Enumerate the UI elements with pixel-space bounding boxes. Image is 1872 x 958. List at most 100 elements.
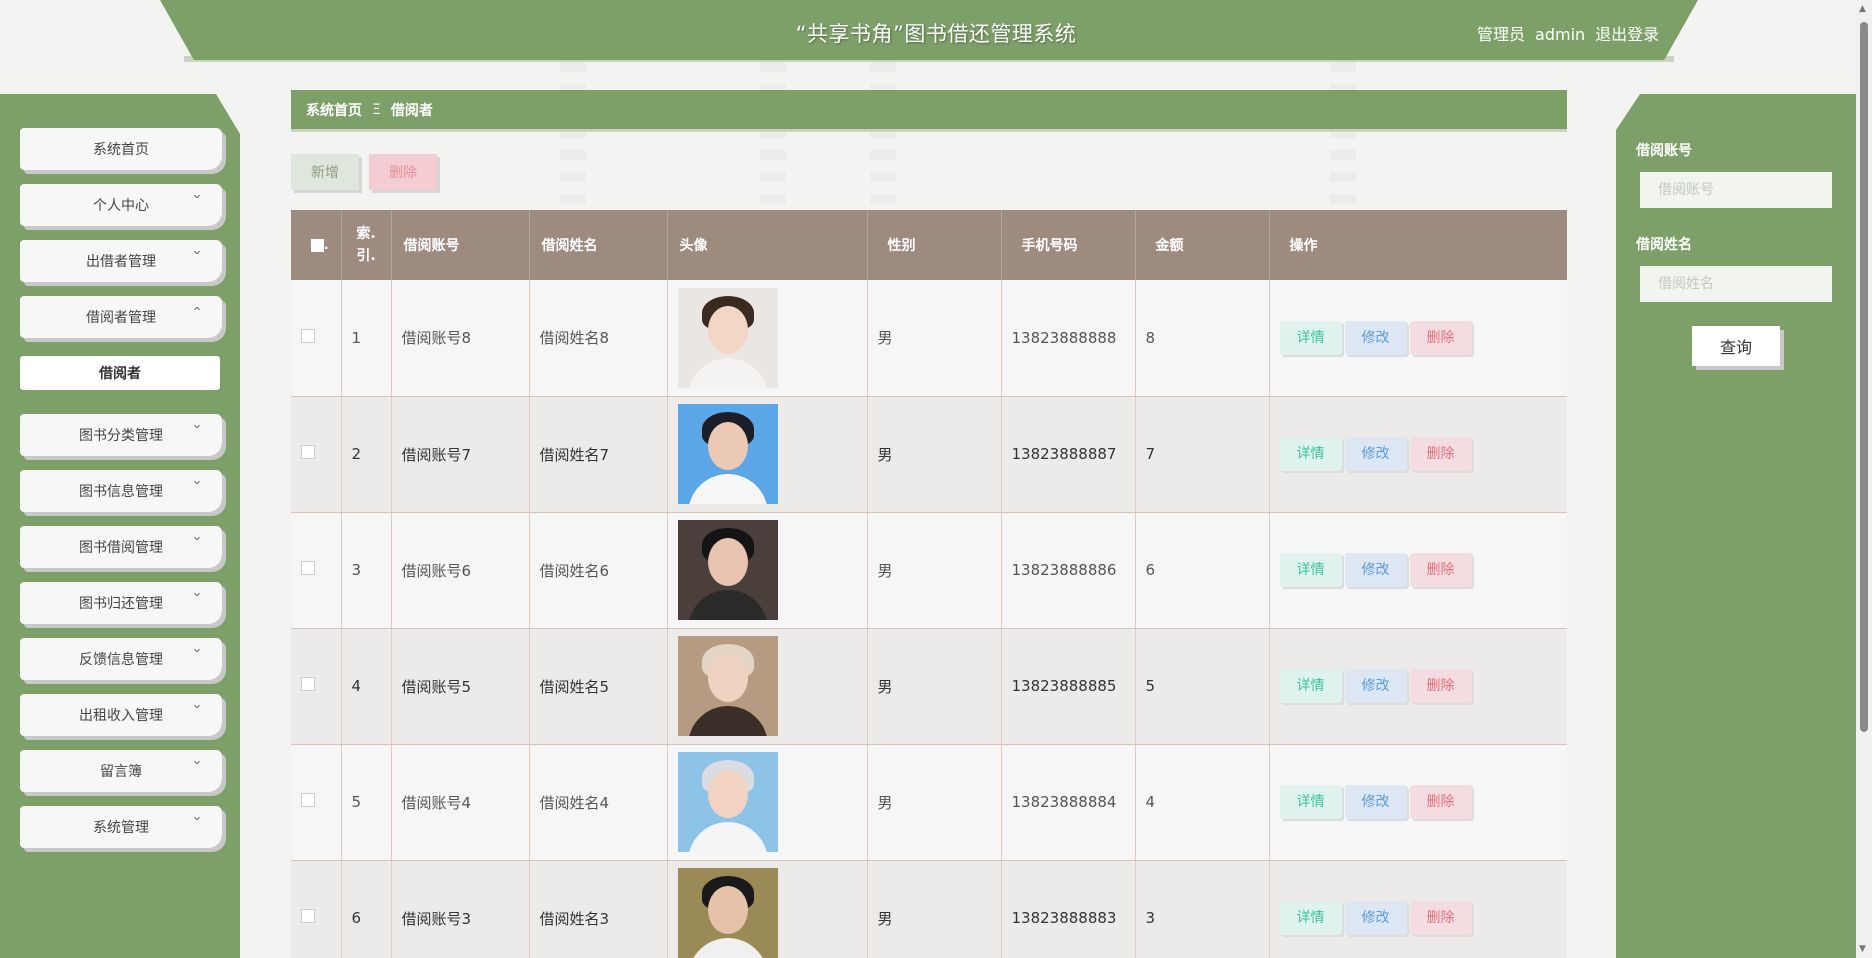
gender-cell: 男 xyxy=(867,628,1002,745)
sidebar-item-book-return[interactable]: 图书归还管理 ˅ xyxy=(20,582,222,624)
sidebar-item-system-management[interactable]: 系统管理 ˅ xyxy=(20,806,222,848)
batch-delete-button[interactable]: 删除 xyxy=(369,154,437,190)
sidebar-item-label: 图书归还管理 xyxy=(79,596,163,612)
borrower-table: . 索. 引. 借阅账号 借阅姓名 头像 性别 手机号码 金额 操作 1 借阅账号… xyxy=(291,210,1567,958)
detail-button[interactable]: 详情 xyxy=(1279,669,1342,703)
column-header: 借阅账号 xyxy=(391,210,530,280)
amount-cell: 7 xyxy=(1135,396,1270,513)
row-select-cell xyxy=(291,280,342,397)
actions-cell: 详情 修改 删除 xyxy=(1269,280,1567,397)
amount-cell: 5 xyxy=(1135,628,1270,745)
detail-button[interactable]: 详情 xyxy=(1279,320,1342,355)
row-select-cell xyxy=(291,396,342,513)
table-row: 3 借阅账号6 借阅姓名6 男 13823888886 6 详情 修改 删除 xyxy=(291,512,1567,629)
amount-cell: 8 xyxy=(1135,280,1270,397)
sidebar-item-rental-income[interactable]: 出租收入管理 ˅ xyxy=(20,694,222,736)
page-scrollbar[interactable]: ▲ ▼ xyxy=(1856,0,1872,958)
row-checkbox[interactable] xyxy=(301,793,315,807)
avatar xyxy=(677,404,778,504)
row-checkbox[interactable] xyxy=(301,561,315,575)
avatar-cell xyxy=(667,396,868,513)
detail-button[interactable]: 详情 xyxy=(1279,437,1342,471)
sidebar-item-label: 留言簿 xyxy=(100,764,142,780)
detail-button[interactable]: 详情 xyxy=(1279,901,1342,935)
actions-cell: 详情 修改 删除 xyxy=(1269,860,1567,958)
chevron-up-icon: ˄ xyxy=(192,306,202,320)
scrollbar-thumb[interactable] xyxy=(1860,22,1868,732)
breadcrumb-separator: Ξ xyxy=(372,101,381,118)
sidebar-item-book-info[interactable]: 图书信息管理 ˅ xyxy=(20,470,222,512)
edit-button[interactable]: 修改 xyxy=(1344,669,1407,703)
username: admin xyxy=(1535,25,1586,44)
delete-button[interactable]: 删除 xyxy=(1409,901,1472,935)
delete-button[interactable]: 删除 xyxy=(1409,669,1472,703)
scroll-down-icon[interactable]: ▼ xyxy=(1859,944,1866,954)
column-header: 索. 引. xyxy=(341,210,392,280)
delete-button[interactable]: 删除 xyxy=(1409,553,1472,587)
select-all-header[interactable]: . xyxy=(291,210,342,280)
sidebar-item-label: 出借者管理 xyxy=(86,254,156,270)
delete-button[interactable]: 删除 xyxy=(1409,785,1472,819)
name-cell: 借阅姓名5 xyxy=(529,628,668,745)
edit-button[interactable]: 修改 xyxy=(1344,320,1407,355)
sidebar-subitem-borrower[interactable]: 借阅者 xyxy=(20,356,220,390)
breadcrumb-home[interactable]: 系统首页 xyxy=(306,100,362,120)
actions-cell: 详情 修改 删除 xyxy=(1269,396,1567,513)
row-checkbox[interactable] xyxy=(301,328,315,343)
user-info: 管理员 admin 退出登录 xyxy=(1477,21,1669,45)
amount-cell: 3 xyxy=(1135,860,1270,958)
name-cell: 借阅姓名4 xyxy=(529,744,668,861)
chevron-down-icon: ˅ xyxy=(192,250,202,264)
edit-button[interactable]: 修改 xyxy=(1344,553,1407,587)
edit-button[interactable]: 修改 xyxy=(1344,901,1407,935)
chevron-down-icon: ˅ xyxy=(192,760,202,774)
sidebar-subitem-label: 借阅者 xyxy=(99,366,141,382)
edit-button[interactable]: 修改 xyxy=(1344,785,1407,819)
logout-link[interactable]: 退出登录 xyxy=(1595,25,1659,44)
row-checkbox[interactable] xyxy=(301,445,315,459)
detail-button[interactable]: 详情 xyxy=(1279,553,1342,587)
name-cell: 借阅姓名6 xyxy=(529,512,668,629)
row-checkbox[interactable] xyxy=(301,677,315,691)
gender-cell: 男 xyxy=(867,744,1002,861)
index-cell: 2 xyxy=(341,396,392,513)
amount-cell: 6 xyxy=(1135,512,1270,629)
chevron-down-icon: ˅ xyxy=(192,424,202,438)
account-cell: 借阅账号7 xyxy=(391,396,530,513)
sidebar-item-book-borrow[interactable]: 图书借阅管理 ˅ xyxy=(20,526,222,568)
detail-button[interactable]: 详情 xyxy=(1279,785,1342,819)
edit-button[interactable]: 修改 xyxy=(1344,437,1407,471)
index-cell: 1 xyxy=(341,280,392,397)
actions-cell: 详情 修改 删除 xyxy=(1269,744,1567,861)
account-search-input[interactable] xyxy=(1640,172,1832,208)
sidebar-item-borrower-management[interactable]: 借阅者管理 ˄ xyxy=(20,296,222,338)
delete-button[interactable]: 删除 xyxy=(1409,320,1472,355)
select-all-checkbox[interactable] xyxy=(311,238,324,252)
index-cell: 3 xyxy=(341,512,392,629)
add-button[interactable]: 新增 xyxy=(291,154,359,190)
sidebar-item-lender-management[interactable]: 出借者管理 ˅ xyxy=(20,240,222,282)
sidebar-item-feedback[interactable]: 反馈信息管理 ˅ xyxy=(20,638,222,680)
sidebar-item-guestbook[interactable]: 留言簿 ˅ xyxy=(20,750,222,792)
sidebar: 系统首页 个人中心 ˅ 出借者管理 ˅ 借阅者管理 ˄ 借阅者 图书分类管理 ˅ 图书信… xyxy=(0,94,240,958)
delete-button[interactable]: 删除 xyxy=(1409,437,1472,471)
sidebar-item-personal-center[interactable]: 个人中心 ˅ xyxy=(20,184,222,226)
chevron-down-icon: ˅ xyxy=(192,480,202,494)
avatar xyxy=(677,868,778,958)
account-cell: 借阅账号8 xyxy=(391,280,530,397)
name-cell: 借阅姓名3 xyxy=(529,860,668,958)
query-button[interactable]: 查询 xyxy=(1692,326,1780,366)
phone-cell: 13823888886 xyxy=(1001,512,1136,629)
table-row: 5 借阅账号4 借阅姓名4 男 13823888884 4 详情 修改 删除 xyxy=(291,744,1567,861)
name-search-input[interactable] xyxy=(1640,266,1832,302)
column-header: 性别 xyxy=(867,210,1002,280)
scroll-up-icon[interactable]: ▲ xyxy=(1859,4,1866,14)
index-cell: 4 xyxy=(341,628,392,745)
row-checkbox[interactable] xyxy=(301,909,315,923)
row-select-cell xyxy=(291,512,342,629)
actions-cell: 详情 修改 删除 xyxy=(1269,512,1567,629)
table-row: 6 借阅账号3 借阅姓名3 男 13823888883 3 详情 修改 删除 xyxy=(291,860,1567,958)
sidebar-item-book-category[interactable]: 图书分类管理 ˅ xyxy=(20,414,222,456)
avatar xyxy=(677,752,778,852)
sidebar-item-home[interactable]: 系统首页 xyxy=(20,128,222,170)
